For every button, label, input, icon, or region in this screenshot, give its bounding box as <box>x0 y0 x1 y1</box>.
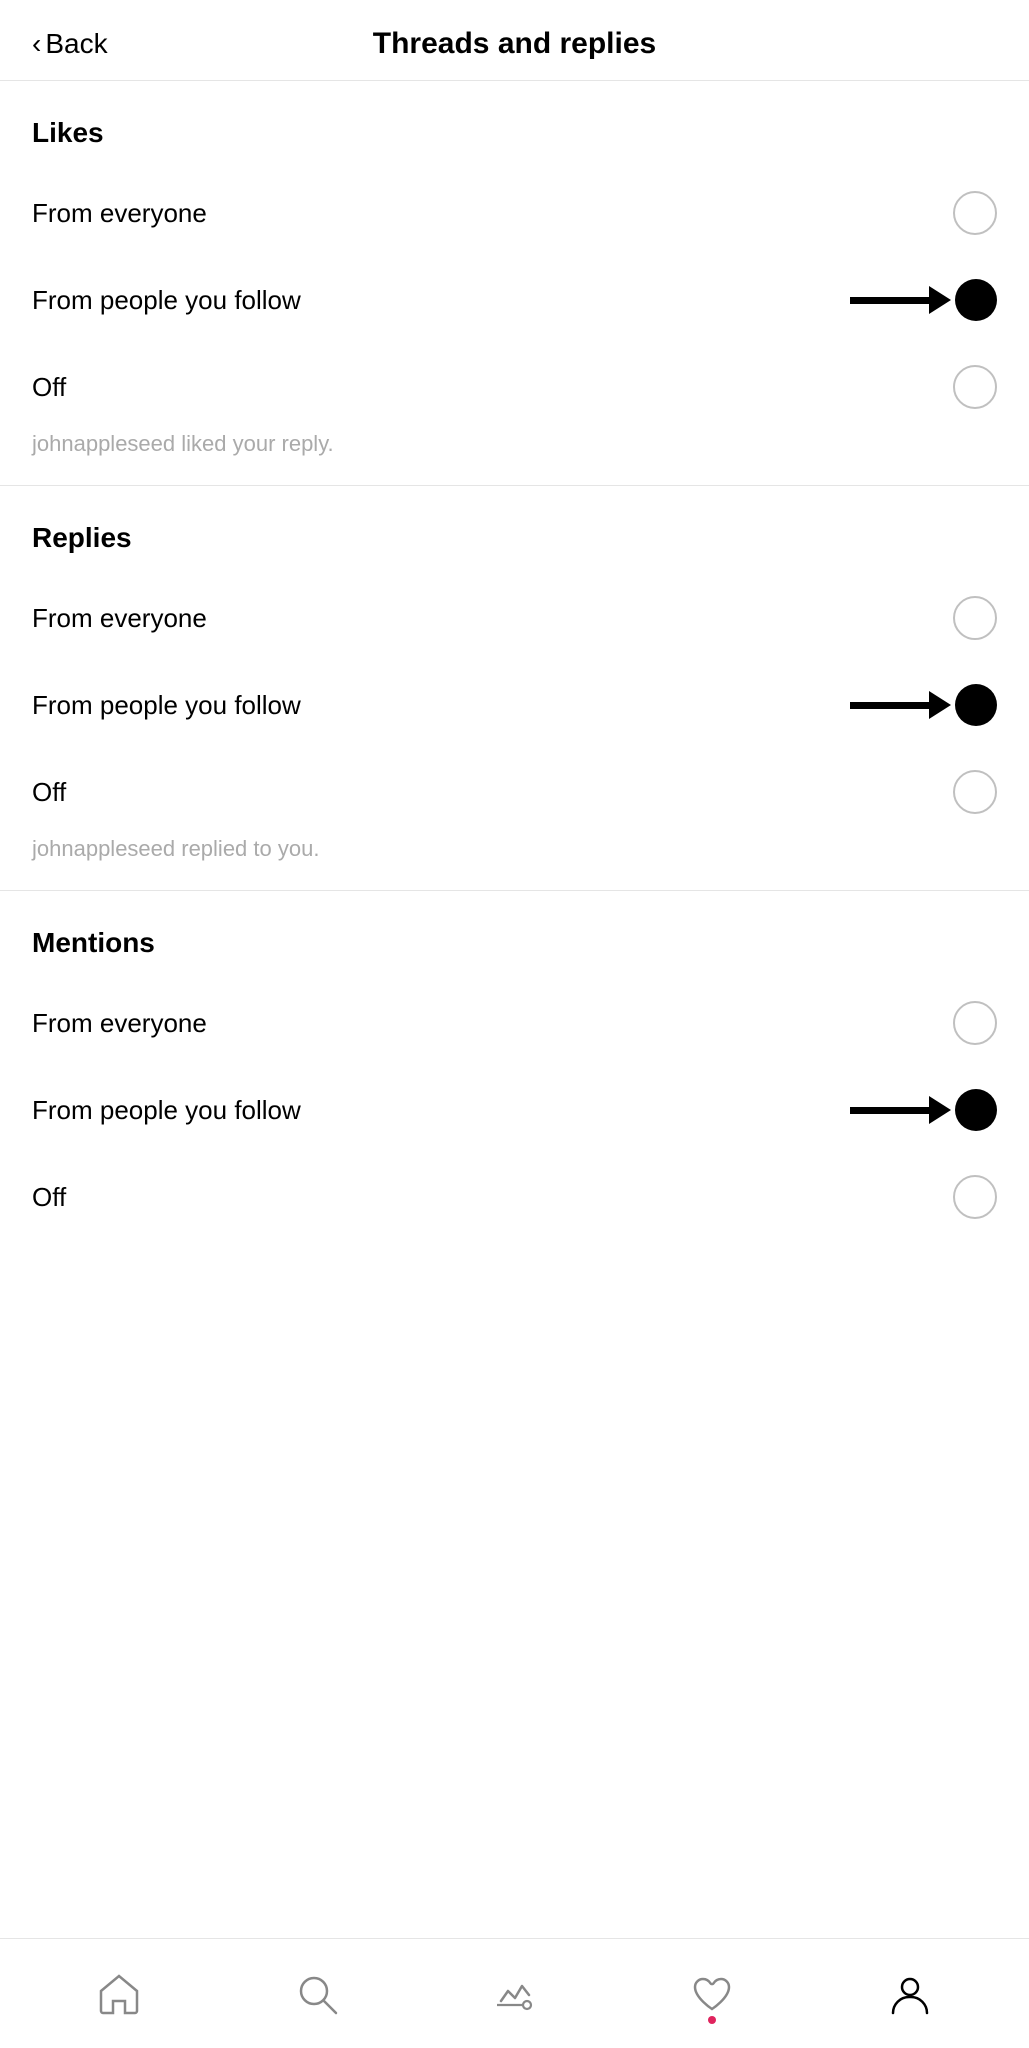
nav-likes[interactable] <box>672 1954 752 2034</box>
mentions-off-radio[interactable] <box>953 1175 997 1219</box>
mentions-arrow-head <box>929 1096 951 1124</box>
bottom-nav <box>0 1938 1029 2048</box>
nav-activity[interactable] <box>474 1954 554 2034</box>
mentions-section-title: Mentions <box>32 927 997 959</box>
mentions-from-everyone-row[interactable]: From everyone <box>32 979 997 1067</box>
nav-profile[interactable] <box>870 1954 950 2034</box>
likes-from-everyone-label: From everyone <box>32 198 207 229</box>
mentions-section: Mentions From everyone From people you f… <box>0 891 1029 1241</box>
likes-from-everyone-row[interactable]: From everyone <box>32 169 997 257</box>
replies-filled-circle <box>955 684 997 726</box>
mentions-off-row[interactable]: Off <box>32 1153 997 1241</box>
profile-icon <box>887 1971 933 2017</box>
heart-icon <box>689 1971 735 2017</box>
mentions-arrow-line <box>850 1096 951 1124</box>
likes-from-follow-row[interactable]: From people you follow <box>32 257 997 343</box>
likes-arrow-shaft <box>850 297 930 304</box>
likes-from-follow-label: From people you follow <box>32 285 301 316</box>
header: ‹ Back Threads and replies <box>0 0 1029 81</box>
replies-off-row[interactable]: Off <box>32 748 997 836</box>
replies-off-label: Off <box>32 777 66 808</box>
content: Likes From everyone From people you foll… <box>0 81 1029 1361</box>
replies-off-radio[interactable] <box>953 770 997 814</box>
likes-from-follow-radio-selected[interactable] <box>850 279 997 321</box>
mentions-from-follow-radio-selected[interactable] <box>850 1089 997 1131</box>
replies-preview-text: johnappleseed replied to you. <box>32 836 997 890</box>
mentions-from-everyone-radio[interactable] <box>953 1001 997 1045</box>
home-icon <box>96 1971 142 2017</box>
page-title: Threads and replies <box>373 27 656 61</box>
likes-off-row[interactable]: Off <box>32 343 997 431</box>
replies-from-follow-label: From people you follow <box>32 690 301 721</box>
likes-preview-text: johnappleseed liked your reply. <box>32 431 997 485</box>
replies-section: Replies From everyone From people you fo… <box>0 486 1029 890</box>
activity-icon <box>491 1971 537 2017</box>
back-label: Back <box>45 28 107 60</box>
back-button[interactable]: ‹ Back <box>32 28 108 60</box>
replies-from-follow-row[interactable]: From people you follow <box>32 662 997 748</box>
likes-arrow-head <box>929 286 951 314</box>
likes-filled-circle <box>955 279 997 321</box>
likes-from-everyone-radio[interactable] <box>953 191 997 235</box>
nav-home[interactable] <box>79 1954 159 2034</box>
mentions-from-everyone-label: From everyone <box>32 1008 207 1039</box>
replies-from-follow-radio-selected[interactable] <box>850 684 997 726</box>
replies-arrow-line <box>850 691 951 719</box>
mentions-from-follow-row[interactable]: From people you follow <box>32 1067 997 1153</box>
search-icon <box>294 1971 340 2017</box>
back-chevron-icon: ‹ <box>32 30 41 58</box>
heart-notification-dot <box>708 2016 716 2024</box>
nav-search[interactable] <box>277 1954 357 2034</box>
replies-arrow-head <box>929 691 951 719</box>
mentions-from-follow-label: From people you follow <box>32 1095 301 1126</box>
replies-from-everyone-row[interactable]: From everyone <box>32 574 997 662</box>
replies-section-title: Replies <box>32 522 997 554</box>
likes-off-radio[interactable] <box>953 365 997 409</box>
likes-off-label: Off <box>32 372 66 403</box>
replies-from-everyone-label: From everyone <box>32 603 207 634</box>
likes-arrow-line <box>850 286 951 314</box>
mentions-off-label: Off <box>32 1182 66 1213</box>
mentions-filled-circle <box>955 1089 997 1131</box>
likes-section-title: Likes <box>32 117 997 149</box>
likes-section: Likes From everyone From people you foll… <box>0 81 1029 485</box>
replies-from-everyone-radio[interactable] <box>953 596 997 640</box>
replies-arrow-shaft <box>850 702 930 709</box>
mentions-arrow-shaft <box>850 1107 930 1114</box>
